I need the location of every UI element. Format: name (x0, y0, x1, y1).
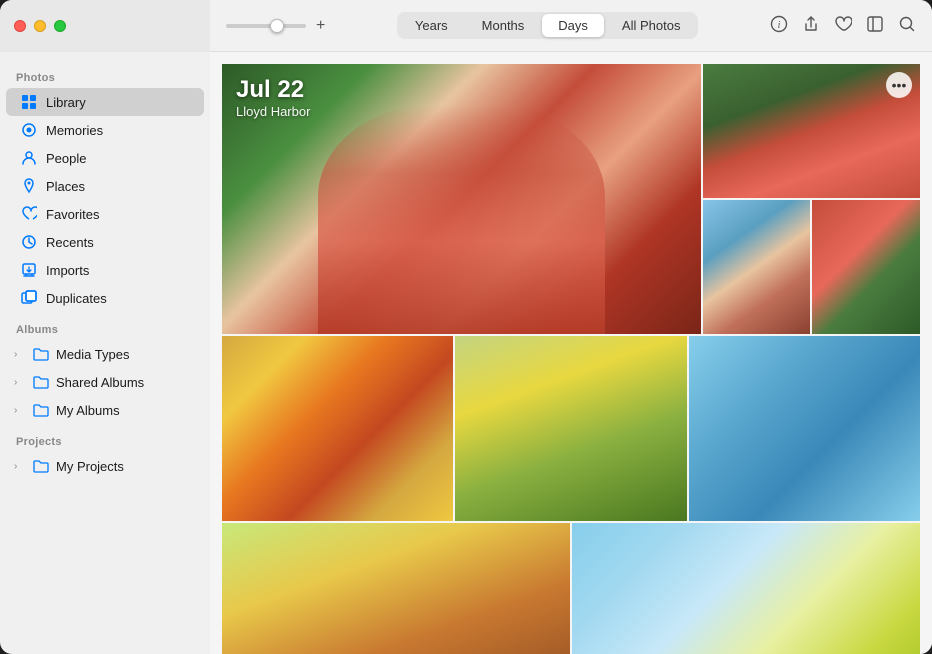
minimize-button[interactable] (34, 20, 46, 32)
photo-area: Jul 22 Lloyd Harbor ••• (210, 52, 932, 654)
photo-top-right[interactable]: ••• (703, 64, 921, 198)
chevron-right-icon: › (14, 349, 26, 360)
sidebar-content: Photos Library Memories (0, 52, 210, 654)
section-label-photos: Photos (0, 60, 210, 88)
heart-toolbar-icon[interactable] (834, 15, 852, 37)
photo-mosaic-bot (222, 523, 920, 654)
chevron-right-icon-4: › (14, 461, 26, 472)
tab-all-photos[interactable]: All Photos (606, 14, 697, 37)
photo-cell-2[interactable] (812, 200, 920, 334)
sidebar-item-my-albums[interactable]: › My Albums (6, 396, 204, 424)
photo-mid-1[interactable] (222, 336, 453, 521)
sidebar-toggle-icon[interactable] (866, 15, 884, 37)
sidebar-item-recents[interactable]: Recents (6, 228, 204, 256)
shared-folder-icon (32, 373, 50, 391)
photo-bot-1[interactable] (222, 523, 570, 654)
chevron-right-icon-2: › (14, 377, 26, 388)
heart-icon (20, 205, 38, 223)
duplicates-icon (20, 289, 38, 307)
sidebar: Photos Library Memories (0, 0, 210, 654)
photo-mid-3[interactable] (689, 336, 920, 521)
sidebar-item-memories-label: Memories (46, 123, 103, 138)
section-label-albums: Albums (0, 312, 210, 340)
toolbar: + Years Months Days All Photos i (210, 0, 932, 52)
photo-location: Lloyd Harbor (236, 104, 310, 119)
maximize-button[interactable] (54, 20, 66, 32)
photo-main-large[interactable]: Jul 22 Lloyd Harbor (222, 64, 701, 334)
sidebar-item-imports-label: Imports (46, 263, 89, 278)
photo-right-column: ••• (703, 64, 921, 334)
more-options-button[interactable]: ••• (886, 72, 912, 98)
tab-years[interactable]: Years (399, 14, 464, 37)
my-projects-folder-icon (32, 457, 50, 475)
section-label-projects: Projects (0, 424, 210, 452)
zoom-thumb (270, 19, 284, 33)
svg-text:i: i (778, 20, 781, 31)
sidebar-item-duplicates[interactable]: Duplicates (6, 284, 204, 312)
sidebar-item-library-label: Library (46, 95, 86, 110)
sidebar-item-people[interactable]: People (6, 144, 204, 172)
sidebar-item-duplicates-label: Duplicates (46, 291, 107, 306)
info-icon[interactable]: i (770, 15, 788, 37)
toolbar-right: i (770, 15, 916, 37)
recents-icon (20, 233, 38, 251)
photo-date: Jul 22 (236, 76, 310, 104)
sidebar-item-memories[interactable]: Memories (6, 116, 204, 144)
tab-months[interactable]: Months (466, 14, 541, 37)
photo-mid-2[interactable] (455, 336, 686, 521)
chevron-right-icon-3: › (14, 405, 26, 416)
imports-icon (20, 261, 38, 279)
folder-icon (32, 345, 50, 363)
sidebar-item-places[interactable]: Places (6, 172, 204, 200)
zoom-slider[interactable] (226, 24, 306, 28)
title-bar (0, 0, 210, 52)
sidebar-item-shared-albums-label: Shared Albums (56, 375, 144, 390)
date-overlay: Jul 22 Lloyd Harbor (236, 76, 310, 119)
tab-days[interactable]: Days (542, 14, 604, 37)
sidebar-item-imports[interactable]: Imports (6, 256, 204, 284)
places-icon (20, 177, 38, 195)
zoom-plus-button[interactable]: + (316, 17, 325, 35)
photo-bottom-right (703, 200, 921, 334)
share-icon[interactable] (802, 15, 820, 37)
sidebar-item-media-types[interactable]: › Media Types (6, 340, 204, 368)
sidebar-item-favorites-label: Favorites (46, 207, 99, 222)
my-albums-folder-icon (32, 401, 50, 419)
memories-icon (20, 121, 38, 139)
tab-bar: Years Months Days All Photos (397, 12, 699, 39)
sidebar-item-favorites[interactable]: Favorites (6, 200, 204, 228)
photo-bot-2[interactable] (572, 523, 920, 654)
sidebar-item-people-label: People (46, 151, 86, 166)
sidebar-item-my-projects-label: My Projects (56, 459, 124, 474)
toolbar-left: + (226, 17, 325, 35)
photo-mosaic-top: Jul 22 Lloyd Harbor ••• (222, 64, 920, 334)
sidebar-item-places-label: Places (46, 179, 85, 194)
photo-mosaic-mid (222, 336, 920, 521)
sidebar-item-shared-albums[interactable]: › Shared Albums (6, 368, 204, 396)
sidebar-item-my-albums-label: My Albums (56, 403, 120, 418)
photo-cell-1[interactable] (703, 200, 811, 334)
close-button[interactable] (14, 20, 26, 32)
people-icon (20, 149, 38, 167)
main-content: + Years Months Days All Photos i (210, 0, 932, 654)
sidebar-item-library[interactable]: Library (6, 88, 204, 116)
search-icon[interactable] (898, 15, 916, 37)
sidebar-item-my-projects[interactable]: › My Projects (6, 452, 204, 480)
sidebar-item-media-types-label: Media Types (56, 347, 129, 362)
library-icon (20, 93, 38, 111)
sidebar-item-recents-label: Recents (46, 235, 94, 250)
